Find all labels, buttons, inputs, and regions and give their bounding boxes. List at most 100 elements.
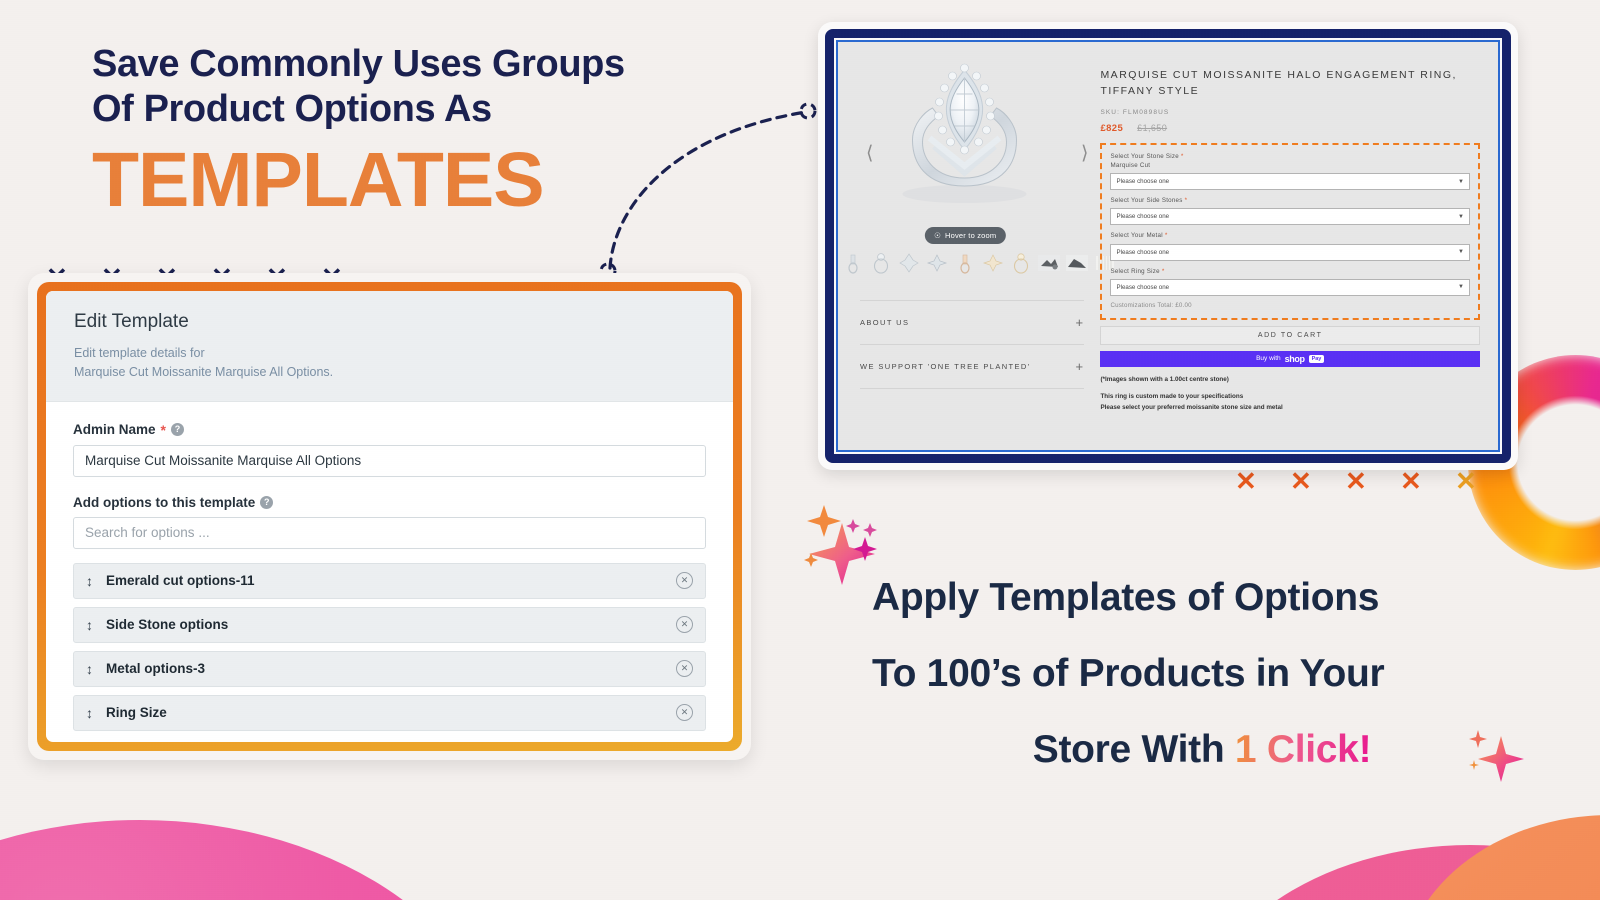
option-label: Side Stone options [106, 617, 229, 633]
option-label: Emerald cut options-11 [106, 573, 255, 589]
list-item[interactable]: ↕ Emerald cut options-11 ✕ [73, 562, 706, 599]
product-gallery: ⟨ ⟩ ☉ Hover to zoom ABOUT US + WE SUPPOR… [836, 42, 1115, 450]
drag-handle-icon[interactable]: ↕ [86, 618, 93, 632]
crosshair-zoom-icon: ☉ [934, 231, 941, 240]
required-asterisk: * [1161, 267, 1165, 275]
product-note-images: (*Images shown with a 1.00ct centre ston… [1100, 375, 1229, 383]
option-label: Select Your Stone Size * Marquise Cut [1110, 152, 1470, 171]
question-mark-icon[interactable]: ? [170, 423, 184, 437]
headline-bottom-line3-prefix: Store With [1032, 728, 1235, 772]
stone-size-select[interactable]: Please choose one ▼ [1110, 173, 1470, 191]
option-label: Select Your Side Stones * [1110, 196, 1470, 205]
option-label-line1: Select Your Metal [1110, 232, 1163, 240]
option-label-line2: Marquise Cut [1110, 161, 1151, 169]
product-sku: SKU: FLM0898US [1100, 108, 1170, 116]
option-label: Select Ring Size * [1110, 267, 1470, 276]
list-item[interactable] [869, 248, 893, 277]
list-item[interactable] [953, 248, 977, 277]
product-price-current: £825 [1100, 122, 1124, 134]
product-option-ring-size: Select Ring Size * Please choose one ▼ [1110, 267, 1470, 296]
headline-bottom-line1: Apply Templates of Options [872, 576, 1380, 619]
plus-icon[interactable]: + [1075, 315, 1084, 330]
required-asterisk: * [1180, 152, 1184, 160]
note-custom-line1: This ring is custom made to your specifi… [1100, 392, 1244, 400]
edit-template-card: Edit Template Edit template details for … [28, 273, 751, 760]
product-details-column: MARQUISE CUT MOISSANITE HALO ENGAGEMENT … [1092, 42, 1498, 450]
infographic-canvas: Save Commonly Uses Groups Of Product Opt… [0, 0, 1600, 900]
add-options-label-row: Add options to this template ? [73, 495, 706, 510]
note-custom-line2: Please select your preferred moissanite … [1100, 403, 1283, 411]
drag-handle-icon[interactable]: ↕ [86, 574, 93, 588]
product-page-content: ⟨ ⟩ ☉ Hover to zoom ABOUT US + WE SUPPOR… [838, 42, 1498, 450]
accordion-item-one-tree-planted[interactable]: WE SUPPORT 'ONE TREE PLANTED' + [860, 344, 1085, 389]
customizations-total: Customizations Total: £0.00 [1110, 301, 1192, 309]
edit-template-card-gradient-border: Edit Template Edit template details for … [37, 282, 742, 751]
product-page-screenshot-frame: ⟨ ⟩ ☉ Hover to zoom ABOUT US + WE SUPPOR… [818, 22, 1518, 470]
list-item[interactable]: ↕ Side Stone options ✕ [73, 606, 706, 643]
remove-circle-icon[interactable]: ✕ [676, 704, 693, 722]
chevron-right-icon[interactable]: ⟩ [1081, 142, 1088, 165]
product-option-stone-size: Select Your Stone Size * Marquise Cut Pl… [1110, 152, 1470, 191]
list-item[interactable]: ↕ Metal options-3 ✕ [73, 650, 706, 687]
accordion-label: WE SUPPORT 'ONE TREE PLANTED' [860, 362, 1031, 371]
remove-circle-icon[interactable]: ✕ [676, 660, 693, 678]
list-item[interactable]: ↕ Ring Size ✕ [73, 694, 706, 731]
hover-to-zoom-badge[interactable]: ☉ Hover to zoom [925, 227, 1006, 244]
shop-pay-prefix: Buy with [1256, 355, 1281, 363]
remove-circle-icon[interactable]: ✕ [676, 616, 693, 634]
subtitle-line-1: Edit template details for [74, 346, 205, 360]
page-title: Edit Template [74, 311, 189, 332]
list-item[interactable] [925, 248, 949, 277]
headline-bottom-accent: 1 Click! [1234, 728, 1372, 772]
list-item[interactable] [1037, 248, 1061, 277]
headline-bottom-line3: Store With 1 Click! [872, 712, 1532, 788]
product-option-metal: Select Your Metal * Please choose one ▼ [1110, 231, 1470, 261]
remove-circle-icon[interactable]: ✕ [676, 572, 693, 590]
list-item[interactable] [981, 248, 1005, 277]
list-item[interactable] [897, 248, 921, 277]
chevron-down-icon: ▼ [1458, 213, 1464, 220]
search-options-input[interactable] [73, 516, 706, 549]
admin-name-input[interactable] [73, 444, 706, 477]
gallery-thumbnail-strip [836, 248, 1115, 277]
product-frame-inner-border: ⟨ ⟩ ☉ Hover to zoom ABOUT US + WE SUPPOR… [836, 40, 1500, 452]
edit-template-subtitle: Edit template details for Marquise Cut M… [74, 344, 705, 383]
ring-size-select[interactable]: Please choose one ▼ [1110, 278, 1470, 296]
headline-bottom-line2: To 100’s of Products in Your [872, 652, 1385, 696]
list-item[interactable] [1009, 248, 1033, 277]
required-asterisk: * [160, 421, 166, 438]
option-label: Ring Size [106, 705, 167, 721]
option-label: Metal options-3 [106, 661, 206, 677]
drag-handle-icon[interactable]: ↕ [86, 706, 93, 720]
add-to-cart-button[interactable]: ADD TO CART [1100, 325, 1480, 345]
product-note-custom: This ring is custom made to your specifi… [1100, 392, 1480, 413]
decorative-x-mark: ✕ [1290, 466, 1312, 496]
metal-select[interactable]: Please choose one ▼ [1110, 243, 1470, 261]
side-stones-select[interactable]: Please choose one ▼ [1110, 208, 1470, 226]
list-item[interactable] [1065, 248, 1089, 277]
question-mark-icon[interactable]: ? [260, 495, 274, 509]
required-asterisk: * [1184, 197, 1188, 205]
list-item[interactable] [841, 248, 865, 277]
chevron-down-icon: ▼ [1458, 178, 1464, 185]
select-value: Please choose one [1116, 213, 1170, 221]
decorative-blob-pink-bottom-right [1190, 845, 1600, 900]
zoom-badge-label: Hover to zoom [945, 231, 997, 240]
buy-with-shop-pay-button[interactable]: Buy with shop Pay [1100, 350, 1480, 367]
edit-template-card-inner: Edit Template Edit template details for … [46, 291, 733, 742]
product-hero-image-ring[interactable] [873, 54, 1058, 224]
product-title: MARQUISE CUT MOISSANITE HALO ENGAGEMENT … [1100, 69, 1457, 97]
accordion-item-about-us[interactable]: ABOUT US + [860, 300, 1085, 344]
chevron-down-icon: ▼ [1458, 284, 1464, 291]
accordion-label: ABOUT US [860, 318, 910, 327]
drag-handle-icon[interactable]: ↕ [86, 662, 93, 676]
list-item[interactable] [836, 248, 837, 277]
shop-pay-chip: Pay [1308, 354, 1325, 363]
decorative-blob-orange-bottom-right [1400, 815, 1600, 900]
headline-templates-word: TEMPLATES [92, 137, 545, 223]
product-accordion: ABOUT US + WE SUPPORT 'ONE TREE PLANTED'… [860, 300, 1085, 389]
template-options-list: ↕ Emerald cut options-11 ✕ ↕ Side Stone … [73, 562, 706, 731]
page-headline-bottom: Apply Templates of Options To 100’s of P… [872, 560, 1532, 788]
product-price-original: £1,650 [1137, 122, 1168, 133]
plus-icon[interactable]: + [1075, 359, 1084, 374]
